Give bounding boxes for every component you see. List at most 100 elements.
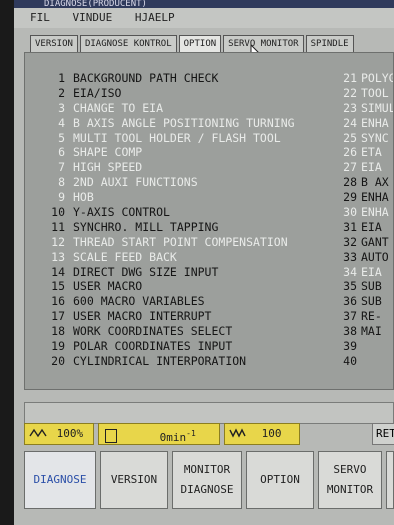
option-number: 34 [343, 264, 357, 279]
menu-bar: FIL VINDUE HJAELP [14, 8, 394, 28]
spindle-override-value: 100 [261, 427, 282, 440]
softkey-monitor-diagnose[interactable]: MONITOR DIAGNOSE [172, 451, 242, 509]
option-label: CHANGE TO EIA [73, 100, 164, 115]
tab-option[interactable]: OPTION [178, 35, 222, 53]
option-number: 10 [51, 205, 65, 220]
message-bar [24, 402, 394, 424]
feed-rate-unit-exponent: -1 [186, 429, 196, 438]
option-label: BACKGROUND PATH CHECK [73, 71, 219, 85]
option-label: SIMUL [361, 100, 394, 115]
tab-diagnose-kontrol[interactable]: DIAGNOSE KONTROL [79, 35, 177, 53]
left-option-row: 8 2ND AUXI FUNCTIONS [47, 175, 357, 190]
option-label: MULTI TOOL HOLDER / FLASH TOOL [73, 130, 281, 145]
option-label: SCALE FEED BACK [73, 249, 177, 264]
softkey-bar: DIAGNOSE VERSION MONITOR DIAGNOSE OPTION… [24, 451, 394, 511]
softkey-diagnose[interactable]: DIAGNOSE [24, 451, 96, 509]
softkey-next-partial[interactable] [386, 451, 394, 509]
left-option-row: 18 WORK COORDINATES SELECT [47, 324, 357, 339]
option-number: 3 [58, 100, 65, 115]
option-number: 31 [343, 219, 357, 234]
option-number: 25 [343, 130, 357, 145]
tab-version[interactable]: VERSION [30, 35, 78, 53]
option-number: 15 [51, 279, 65, 294]
option-number: 38 [343, 324, 357, 339]
right-option-row: 26 ETA [341, 145, 393, 160]
option-list-left: 1 BACKGROUND PATH CHECK 2 EIA/ISO 3 CHANGE TO… [47, 71, 357, 369]
softkey-version[interactable]: VERSION [100, 451, 168, 509]
softkey-option-label: OPTION [260, 473, 300, 486]
ret-button[interactable]: RET [372, 423, 394, 445]
option-number: 21 [343, 71, 357, 85]
right-option-row: 30 ENHA [341, 205, 393, 220]
right-option-row: 34 EIA [341, 264, 393, 280]
left-option-row: 10 Y-AXIS CONTROL [47, 205, 357, 220]
option-number: 33 [343, 249, 357, 264]
option-label: DIRECT DWG SIZE INPUT [73, 264, 219, 279]
option-label: ETA [361, 145, 382, 160]
right-option-row: 22 TOOL [341, 85, 393, 101]
left-option-row: 1 BACKGROUND PATH CHECK [47, 71, 357, 86]
option-number: 36 [343, 294, 357, 309]
softkey-servo-monitor[interactable]: SERVO MONITOR [318, 451, 382, 509]
option-label: MAI [361, 324, 382, 339]
right-option-row: 24 ENHA [341, 115, 393, 131]
option-number: 20 [51, 353, 65, 368]
menu-file[interactable]: FIL [30, 11, 50, 24]
option-number: 19 [51, 339, 65, 354]
option-number: 17 [51, 309, 65, 324]
softkey-version-label: VERSION [110, 473, 158, 486]
option-label: SUB [361, 279, 382, 294]
right-option-row: 38 MAI [341, 324, 393, 339]
option-label: HIGH SPEED [73, 160, 143, 175]
right-option-row: 33 AUTO [341, 249, 393, 265]
option-label: USER MACRO INTERRUPT [73, 309, 212, 324]
left-option-row: 9 HOB [47, 190, 357, 205]
right-option-row: 21 POLYG [341, 71, 394, 86]
option-label: EIA [361, 219, 382, 234]
option-number: 40 [343, 353, 357, 368]
right-option-row: 40 [341, 353, 393, 369]
menu-help[interactable]: HJAELP [135, 11, 175, 24]
option-label: THREAD START POINT COMPENSATION [73, 234, 288, 249]
option-label: SYNCHRO. MILL TAPPING [73, 219, 219, 234]
option-number: 27 [343, 160, 357, 175]
softkey-diagnose-label: DIAGNOSE [33, 473, 87, 486]
option-label: SHAPE COMP [73, 145, 143, 160]
right-option-row: 36 SUB [341, 294, 393, 309]
left-option-row: 5 MULTI TOOL HOLDER / FLASH TOOL [47, 131, 357, 146]
option-number: 13 [51, 249, 65, 264]
feed-override-value: 100% [56, 427, 84, 440]
tab-spindle[interactable]: SPINDLE [305, 35, 354, 53]
option-label: SYNC [361, 130, 389, 145]
right-option-row: 35 SUB [341, 279, 393, 294]
right-option-row: 25 SYNC [341, 130, 393, 146]
softkey-option[interactable]: OPTION [246, 451, 314, 509]
window-title: DIAGNOSE(PRODUCENT) [14, 0, 394, 8]
menu-window[interactable]: VINDUE [73, 11, 113, 24]
option-label: USER MACRO [73, 279, 143, 294]
softkey-monitor-label: MONITOR [183, 463, 231, 476]
option-number: 12 [51, 234, 65, 249]
left-option-row: 11 SYNCHRO. MILL TAPPING [47, 220, 357, 235]
right-option-row: 39 [341, 339, 393, 354]
left-option-row: 6 SHAPE COMP [47, 145, 357, 160]
right-option-row: 31 EIA [341, 219, 393, 235]
option-label: ENHA [361, 205, 389, 220]
option-label: TOOL [361, 85, 389, 100]
softkey-servo-label: SERVO [333, 463, 367, 476]
left-option-row: 20 CYLINDRICAL INTERPORATION [47, 354, 357, 369]
spindle-override-icon [229, 428, 246, 438]
option-label: ENHA [361, 115, 389, 130]
cnc-screen: DIAGNOSE(PRODUCENT) FIL VINDUE HJAELP VE… [14, 0, 394, 525]
option-number: 30 [343, 205, 357, 220]
option-label: RE- [361, 309, 382, 324]
option-label: HOB [73, 190, 94, 205]
option-label: POLYG [361, 71, 394, 85]
left-option-row: 17 USER MACRO INTERRUPT [47, 309, 357, 324]
option-number: 11 [51, 219, 65, 234]
left-option-row: 14 DIRECT DWG SIZE INPUT [47, 265, 357, 280]
option-number: 8 [58, 175, 65, 190]
option-label: SUB [361, 294, 382, 309]
option-number: 24 [343, 115, 357, 130]
status-row: 100% 0min-1 100 RET [24, 423, 394, 449]
